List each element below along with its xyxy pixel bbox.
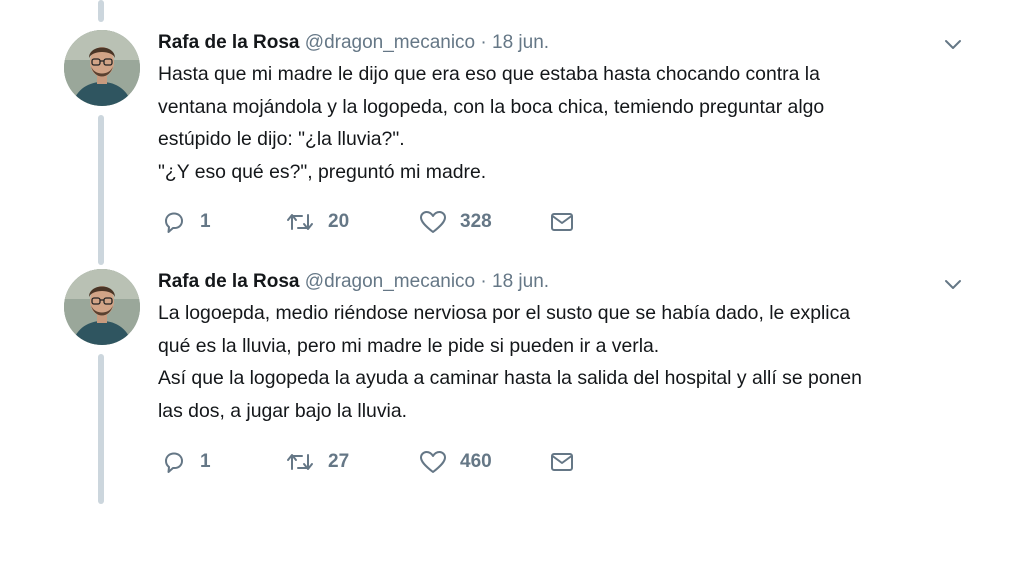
like-icon <box>418 208 448 236</box>
tweet-text-line: las dos, a jugar bajo la lluvia. <box>158 399 407 422</box>
reply-count: 1 <box>200 211 211 232</box>
like-button[interactable]: 460 <box>418 447 492 477</box>
tweet-text-line: La logoepda, medio riéndose nerviosa por… <box>158 302 851 324</box>
tweet-actions: 1 20 328 <box>160 207 600 237</box>
tweet[interactable]: Rafa de la Rosa @dragon_mecanico · 18 ju… <box>0 0 1024 250</box>
message-icon <box>548 448 576 476</box>
retweet-button[interactable]: 20 <box>284 207 349 237</box>
tweet-text: Hasta que mi madre le dijo que era eso q… <box>158 58 988 188</box>
reply-button[interactable]: 1 <box>160 447 211 477</box>
tweet-header: Rafa de la Rosa @dragon_mecanico · 18 ju… <box>158 270 549 294</box>
tweet-date[interactable]: 18 jun. <box>492 271 549 292</box>
user-name[interactable]: Rafa de la Rosa <box>158 271 300 292</box>
tweet[interactable]: Rafa de la Rosa @dragon_mecanico · 18 ju… <box>0 250 1024 510</box>
tweet-text-line: Hasta que mi madre le dijo que era eso q… <box>158 63 820 85</box>
retweet-icon <box>284 208 316 236</box>
like-icon <box>418 448 448 476</box>
user-handle[interactable]: @dragon_mecanico <box>305 32 475 53</box>
tweet-text-line: Así que la logopeda la ayuda a caminar h… <box>158 367 862 389</box>
message-button[interactable] <box>548 207 576 237</box>
tweet-text: La logoepda, medio riéndose nerviosa por… <box>158 297 988 427</box>
tweet-header: Rafa de la Rosa @dragon_mecanico · 18 ju… <box>158 31 549 55</box>
tweet-date[interactable]: 18 jun. <box>492 32 549 53</box>
like-button[interactable]: 328 <box>418 207 492 237</box>
chevron-down-icon[interactable] <box>942 273 964 295</box>
reply-icon <box>160 448 188 476</box>
message-icon <box>548 208 576 236</box>
tweet-text-line: estúpido le dijo: "¿la lluvia?". <box>158 128 405 150</box>
retweet-count: 27 <box>328 451 350 472</box>
tweet-text-line: "¿Y eso qué es?", preguntó mi madre. <box>158 160 487 183</box>
user-name[interactable]: Rafa de la Rosa <box>158 32 300 53</box>
retweet-icon <box>284 448 316 476</box>
avatar[interactable] <box>64 269 140 345</box>
message-button[interactable] <box>548 447 576 477</box>
separator: · <box>480 32 487 53</box>
like-count: 328 <box>460 211 492 232</box>
like-count: 460 <box>460 451 492 472</box>
chevron-down-icon[interactable] <box>942 33 964 55</box>
tweet-text-line: qué es la lluvia, pero mi madre le pide … <box>158 334 660 357</box>
reply-count: 1 <box>200 451 211 472</box>
separator: · <box>480 271 487 292</box>
reply-button[interactable]: 1 <box>160 207 211 237</box>
reply-icon <box>160 208 188 236</box>
avatar[interactable] <box>64 30 140 106</box>
tweet-actions: 1 27 460 <box>160 447 600 477</box>
retweet-count: 20 <box>328 211 350 232</box>
retweet-button[interactable]: 27 <box>284 447 349 477</box>
user-handle[interactable]: @dragon_mecanico <box>305 271 475 292</box>
tweet-text-line: ventana mojándola y la logopeda, con la … <box>158 95 825 118</box>
